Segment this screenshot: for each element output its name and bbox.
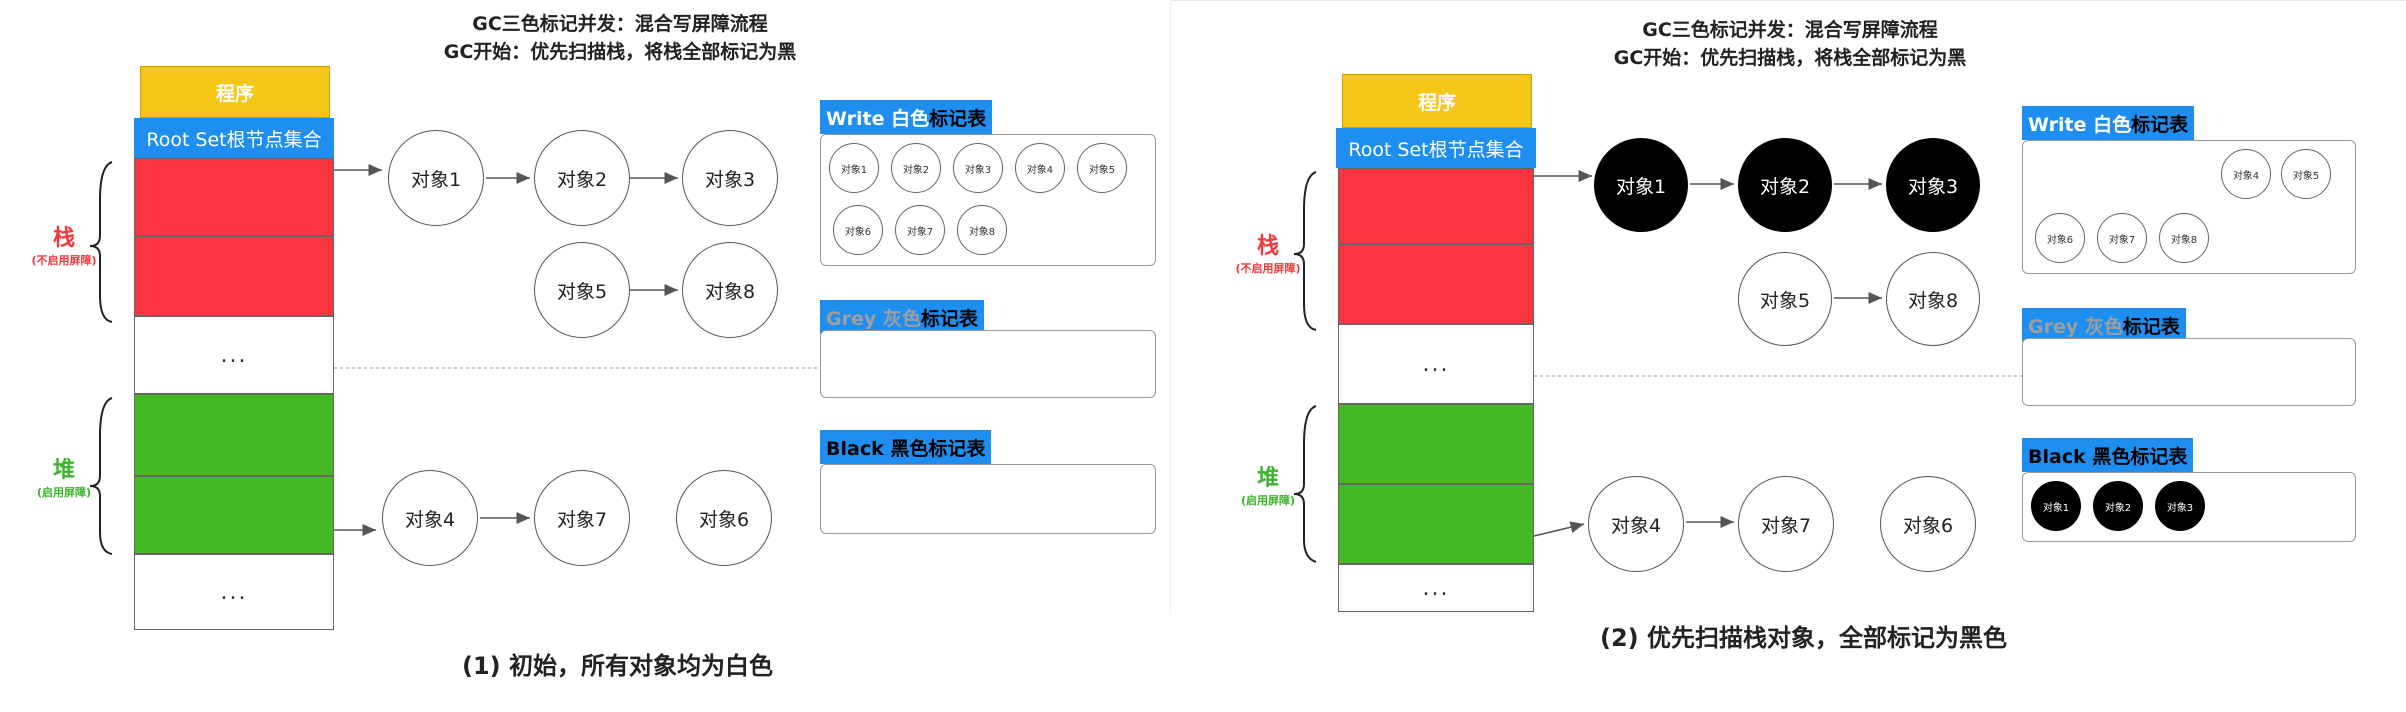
node-obj2: 对象2 [534, 130, 630, 226]
white-table: 对象1 对象2 对象3 对象4 对象5 对象6 对象7 对象8 [820, 134, 1156, 266]
white-table-item: 对象2 [891, 143, 941, 193]
black-table-title-zh: 标记表 [928, 437, 986, 460]
white-table-title: Write 白色 标记表 [820, 100, 993, 134]
node-obj3: 对象3 [682, 130, 778, 226]
white-table-item: 对象3 [953, 143, 1003, 193]
heap-brace [1293, 405, 1317, 563]
node-obj3: 对象3 [1886, 138, 1980, 232]
white-table-item: 对象6 [2035, 213, 2085, 263]
node-obj6: 对象6 [1880, 476, 1976, 572]
white-table: 对象4 对象5 对象6 对象7 对象8 [2022, 140, 2356, 274]
black-table-title-en: Black 黑色 [826, 437, 929, 460]
black-table-item: 对象3 [2155, 481, 2205, 531]
grey-table-title-zh: 标记表 [920, 307, 978, 330]
grey-table [820, 330, 1156, 398]
white-table-title-zh: 标记表 [929, 107, 987, 130]
grey-table-title: Grey 灰色 标记表 [2022, 308, 2186, 342]
black-table-title: Black 黑色 标记表 [2022, 438, 2194, 472]
grey-table-title-en: Grey 灰色 [2028, 315, 2123, 338]
black-table: 对象1 对象2 对象3 [2022, 472, 2356, 542]
white-table-item: 对象4 [1015, 143, 1065, 193]
white-table-item: 对象8 [957, 205, 1007, 255]
white-table-item: 对象7 [895, 205, 945, 255]
node-obj8: 对象8 [682, 242, 778, 338]
edge-root-obj4 [1533, 521, 1585, 537]
black-table-title-zh: 标记表 [2130, 445, 2188, 468]
black-table-item: 对象1 [2031, 481, 2081, 531]
white-table-item: 对象1 [829, 143, 879, 193]
grey-table-title: Grey 灰色 标记表 [820, 300, 984, 334]
stack-brace [1293, 171, 1317, 331]
stack-brace [89, 161, 113, 323]
panel-initial: GC三色标记并发：混合写屏障流程 GC开始：优先扫描栈，将栈全部标记为黑 程序 … [0, 0, 1270, 712]
node-obj5: 对象5 [1738, 252, 1832, 346]
black-table-item: 对象2 [2093, 481, 2143, 531]
white-table-item: 对象5 [2281, 149, 2331, 199]
node-obj6: 对象6 [676, 470, 772, 566]
node-obj4: 对象4 [1588, 476, 1684, 572]
black-table [820, 464, 1156, 534]
node-obj5: 对象5 [534, 242, 630, 338]
caption: (2) 优先扫描栈对象，全部标记为黑色 [1600, 624, 2007, 652]
white-table-item: 对象7 [2097, 213, 2147, 263]
white-table-item: 对象4 [2221, 149, 2271, 199]
black-table-title-en: Black 黑色 [2028, 445, 2131, 468]
node-obj2: 对象2 [1738, 138, 1832, 232]
white-table-item: 对象8 [2159, 213, 2209, 263]
grey-table-title-zh: 标记表 [2122, 315, 2180, 338]
white-table-title-zh: 标记表 [2131, 113, 2189, 136]
heap-brace [89, 397, 113, 555]
node-obj7: 对象7 [1738, 476, 1834, 572]
white-table-item: 对象5 [1077, 143, 1127, 193]
grey-table-title-en: Grey 灰色 [826, 307, 921, 330]
node-obj7: 对象7 [534, 470, 630, 566]
node-obj8: 对象8 [1886, 252, 1980, 346]
white-table-title-en: Write 白色 [2028, 113, 2132, 136]
white-table-title-en: Write 白色 [826, 107, 930, 130]
panel-scan-stack: GC三色标记并发：混合写屏障流程 GC开始：优先扫描栈，将栈全部标记为黑 程序 … [1170, 0, 2406, 712]
caption: (1) 初始，所有对象均为白色 [462, 652, 773, 680]
black-table-title: Black 黑色 标记表 [820, 430, 992, 464]
white-table-item: 对象6 [833, 205, 883, 255]
node-obj1: 对象1 [1594, 138, 1688, 232]
grey-table [2022, 338, 2356, 406]
node-obj4: 对象4 [382, 470, 478, 566]
node-obj1: 对象1 [388, 130, 484, 226]
white-table-title: Write 白色 标记表 [2022, 106, 2195, 140]
